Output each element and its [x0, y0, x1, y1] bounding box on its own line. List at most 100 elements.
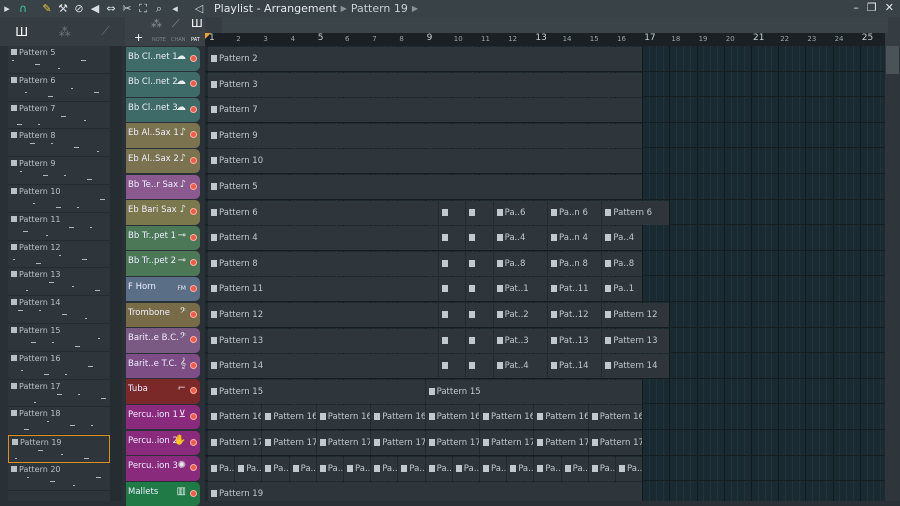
track-header-item[interactable]: Tuba ⌐ [126, 379, 200, 404]
playlist-track-row[interactable]: Pattern 19 [205, 481, 885, 501]
record-arm-button[interactable] [190, 412, 197, 420]
pattern-clip[interactable]: Pa.. [451, 456, 479, 481]
pattern-clip[interactable]: Pattern 14 [601, 354, 670, 379]
track-header-item[interactable]: Percu..ion 1 ⊻ [126, 404, 200, 430]
delete-icon[interactable]: ⊘ [72, 2, 86, 15]
playlist-track-row[interactable]: Pattern 3 [205, 72, 885, 98]
chan-filter[interactable]: CHAN [171, 37, 185, 43]
pattern-clip[interactable] [438, 354, 466, 379]
pattern-clip[interactable]: Pa.. [587, 456, 615, 481]
pattern-clip[interactable]: Pattern 6 [601, 200, 670, 225]
pattern-clip[interactable]: Pattern 16 [479, 405, 534, 430]
playback-icon[interactable]: ◂ [168, 2, 182, 15]
record-arm-button[interactable] [190, 464, 197, 472]
record-arm-button[interactable] [190, 156, 197, 164]
pattern-clip[interactable]: Pattern 13 [207, 328, 439, 353]
playlist-track-row[interactable]: Pattern 16 Pattern 16 Pattern 16 Pattern 16… [205, 404, 885, 430]
pattern-clip[interactable]: Pat..14 [547, 354, 602, 379]
picker-item[interactable]: Pattern 5 [8, 46, 110, 74]
pattern-clip[interactable]: Pattern 2 [207, 47, 643, 71]
playlist-track-row[interactable]: Pattern 17 Pattern 17 Pattern 17 Pattern 17… [205, 430, 885, 456]
picker-scrollbar[interactable] [110, 46, 122, 501]
pattern-clip[interactable]: Pa..1 [601, 277, 643, 302]
pattern-clip[interactable]: Pattern 17 [587, 431, 643, 455]
record-arm-button[interactable] [190, 80, 197, 88]
record-arm-button[interactable] [190, 438, 197, 446]
pattern-clip[interactable]: Pa.. [370, 456, 398, 481]
note-filter[interactable]: NOTE [152, 37, 166, 43]
song-start-marker[interactable] [205, 33, 211, 39]
pattern-clip[interactable]: Pattern 17 [370, 431, 425, 455]
pattern-clip[interactable]: Pattern 3 [207, 72, 643, 97]
picker-item[interactable]: Pattern 7 [8, 102, 110, 130]
pattern-clip[interactable]: Pa.. [506, 456, 534, 481]
track-header-item[interactable]: Bb Tr..pet 1 ⊸ [126, 225, 200, 251]
playlist-track-row[interactable]: Pattern 8 Pa..8 Pa..n 8 Pa..8 [205, 251, 885, 277]
track-header-item[interactable]: Barit..e T.C. 𝄞 [126, 353, 200, 379]
pattern-clip[interactable]: Pattern 6 [207, 200, 439, 225]
track-header-item[interactable]: Bb Te..r Sax ♪ [126, 174, 200, 200]
minimize-icon[interactable]: – [853, 1, 859, 14]
playlist-track-row[interactable]: Pattern 5 [205, 174, 885, 200]
picker-item[interactable]: Pattern 14 [8, 296, 110, 324]
picker-item[interactable]: Pattern 12 [8, 241, 110, 269]
pattern-clip[interactable]: Pattern 15 [207, 379, 425, 404]
pattern-clip[interactable]: Pattern 16 [424, 405, 479, 430]
mute-icon[interactable]: ◀ [88, 2, 102, 15]
track-header-item[interactable]: F Horn FM [126, 276, 200, 302]
magnet-icon[interactable]: ∩ [16, 2, 30, 15]
pattern-clip[interactable]: Pattern 17 [479, 431, 534, 455]
slice-icon[interactable]: ✂ [120, 2, 134, 15]
close-icon[interactable]: ✕ [885, 1, 894, 14]
vertical-scrollbar[interactable] [885, 46, 900, 501]
picker-item[interactable]: Pattern 19 [8, 435, 110, 463]
pattern-clip[interactable]: Pattern 13 [601, 328, 670, 353]
pattern-clip[interactable] [438, 200, 466, 225]
track-header-item[interactable]: Mallets ▥ [126, 481, 200, 506]
paint-icon[interactable]: ⚒ [56, 2, 70, 15]
track-header-item[interactable]: Eb Al..Sax 2 ♪ [126, 148, 200, 174]
pattern-clip[interactable]: Pattern 4 [207, 226, 439, 251]
playlist-grid[interactable]: Pattern 2 Pattern 3 Pattern 7 Pattern 9 Patt… [205, 46, 885, 501]
pattern-clip[interactable]: Pa.. [207, 456, 235, 481]
pat-filter[interactable]: PAT [191, 37, 200, 43]
playlist-track-row[interactable]: Pattern 15 Pattern 15 [205, 379, 885, 405]
pattern-clip[interactable]: Pattern 5 [207, 175, 643, 199]
playlist-track-row[interactable]: Pattern 13 Pat..3 Pat..13 Pattern 13 [205, 328, 885, 354]
playlist-track-row[interactable]: Pattern 12 Pat..2 Pat..12 Pattern 12 [205, 302, 885, 328]
pencil-icon[interactable]: ✎ [40, 2, 54, 15]
pattern-clip[interactable]: Pattern 10 [207, 149, 643, 174]
pattern-clip[interactable]: Pattern 17 [533, 431, 588, 455]
pattern-clip[interactable] [438, 303, 466, 327]
playlist-track-row[interactable]: Pattern 9 [205, 123, 885, 149]
track-header-item[interactable]: Bb Cl..net 1 ☁ [126, 46, 200, 72]
track-header-item[interactable]: Trombone 𝄢 [126, 302, 200, 328]
picker-item[interactable]: Pattern 13 [8, 268, 110, 297]
pattern-clip[interactable]: Pattern 12 [601, 303, 670, 327]
record-arm-button[interactable] [190, 284, 197, 292]
picker-item[interactable]: Pattern 9 [8, 157, 110, 185]
pattern-clip[interactable]: Pat..3 [492, 328, 547, 353]
scrollbar-thumb[interactable] [886, 46, 899, 74]
pattern-clip[interactable] [465, 354, 493, 379]
track-header-item[interactable]: Bb Cl..net 2 ☁ [126, 72, 200, 97]
pattern-clip[interactable]: Pattern 15 [424, 379, 643, 404]
menu-icon[interactable]: ◁ [192, 2, 206, 15]
pattern-clip[interactable]: Pattern 11 [207, 277, 439, 302]
piano-icon[interactable]: Ш [191, 17, 203, 30]
track-header-item[interactable]: Eb Bari Sax ♪ [126, 200, 200, 225]
record-arm-button[interactable] [190, 489, 197, 497]
track-header-item[interactable]: Bb Tr..pet 2 ⊸ [126, 251, 200, 276]
playlist-track-row[interactable]: Pattern 14 Pat..4 Pat..14 Pattern 14 [205, 353, 885, 379]
pattern-clip[interactable] [465, 251, 493, 276]
picker-item[interactable]: Pattern 17 [8, 380, 110, 408]
pattern-clip[interactable]: Pattern 16 [370, 405, 425, 430]
zoom-icon[interactable]: ⌕ [152, 2, 166, 16]
pattern-clip[interactable]: Pa.. [560, 456, 588, 481]
automation-icon[interactable]: ⟋ [101, 24, 109, 39]
pattern-clip[interactable]: Pa.. [533, 456, 561, 481]
playlist-track-row[interactable]: Pattern 4 Pa..4 Pa..n 4 Pa..4 [205, 225, 885, 251]
pattern-clip[interactable]: Pa..n 6 [547, 200, 602, 225]
pattern-clip[interactable]: Pa.. [288, 456, 316, 481]
picker-item[interactable]: Pattern 11 [8, 213, 110, 241]
